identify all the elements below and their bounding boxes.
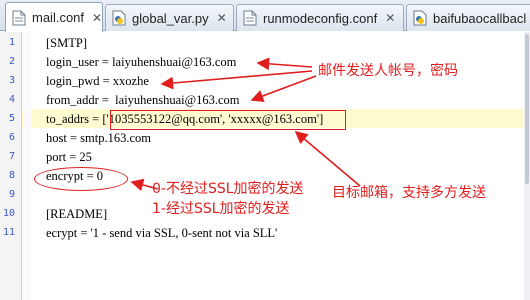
- annotation-receivers: 目标邮箱，支持多方发送: [332, 185, 486, 201]
- arrow-to-login-user: [256, 57, 313, 71]
- arrow-to-receivers: [294, 130, 361, 187]
- arrow-to-from-addr: [250, 75, 317, 103]
- annotation-encrypt-1: 1-经过SSL加密的发送: [152, 201, 290, 217]
- arrow-to-login-pwd: [160, 70, 313, 90]
- annotation-sender: 邮件发送人帐号，密码: [318, 63, 458, 79]
- annotation-arrows: [130, 57, 361, 192]
- annotation-encrypt-0: 0-不经过SSL加密的发送: [152, 181, 304, 197]
